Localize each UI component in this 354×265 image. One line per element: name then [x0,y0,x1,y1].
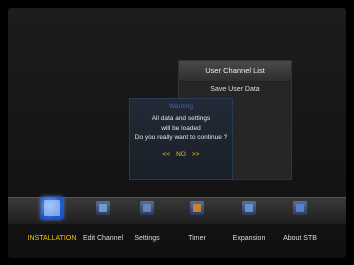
panel-title: User Channel List [179,61,291,82]
menu-label-edit-channel[interactable]: Edit Channel [83,235,123,242]
no-option[interactable]: NO [176,151,186,158]
edit-channel-icon[interactable] [96,201,110,215]
settings-icon[interactable] [140,201,154,215]
menu-label-settings[interactable]: Settings [134,235,159,242]
dialog-message-line: Do you really want to continue ? [134,134,228,141]
menu-label-about-stb[interactable]: About STB [283,235,317,242]
dialog-title: Warning [169,103,193,110]
timer-icon[interactable] [190,201,204,215]
dialog-message-line: All data and settings [151,115,211,122]
tv-screen: User Channel List Save User Data Warning… [8,8,346,258]
dialog-message-line: will be loaded [161,124,201,132]
expansion-icon[interactable] [242,201,256,215]
menu-label-installation[interactable]: INSTALLATION [28,235,77,242]
installation-icon[interactable] [41,197,63,219]
menu-label-timer[interactable]: Timer [188,235,206,242]
confirm-dialog: Warning All data and settings will be lo… [129,98,233,180]
dialog-choice-selector[interactable]: << NO >> [130,151,232,158]
next-arrow-icon[interactable]: >> [192,151,200,158]
about-stb-icon[interactable] [293,201,307,215]
prev-arrow-icon[interactable]: << [163,151,171,158]
panel-item-save-user-data[interactable]: Save User Data [179,82,291,99]
menu-label-expansion[interactable]: Expansion [233,235,266,242]
